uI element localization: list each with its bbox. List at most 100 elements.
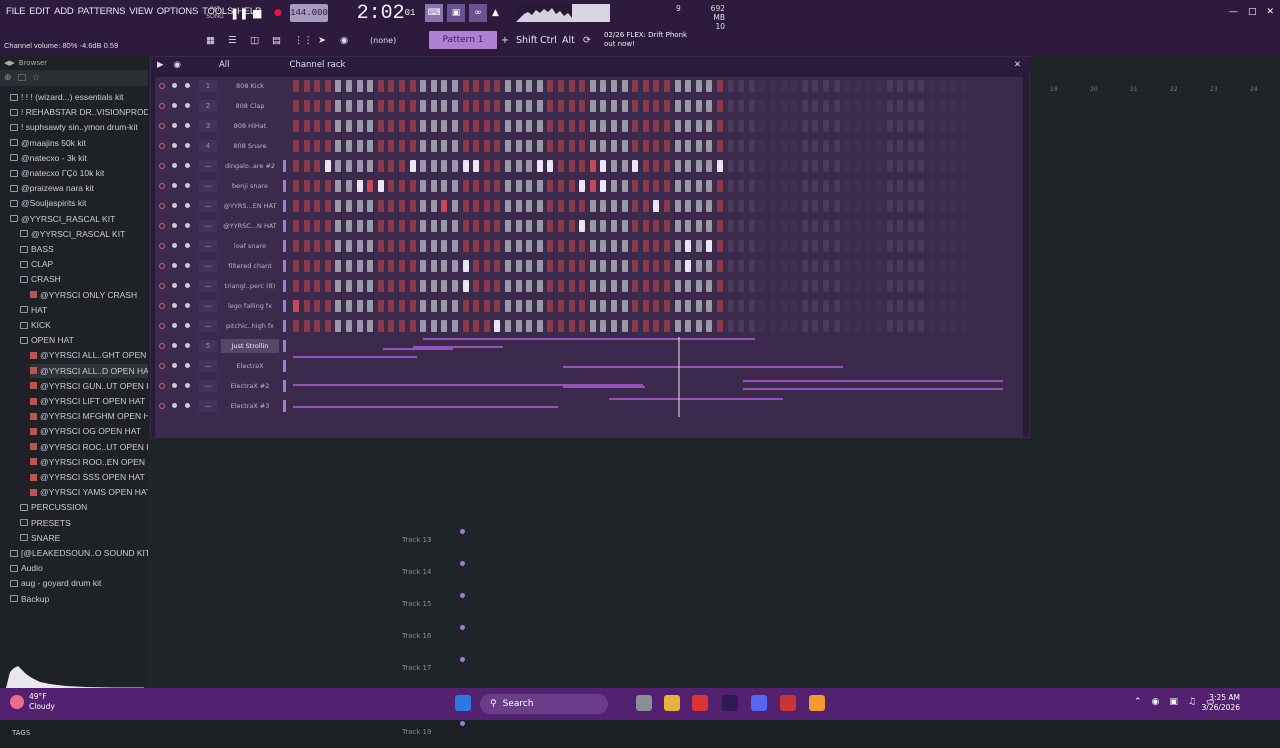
step-button[interactable] bbox=[526, 300, 533, 312]
step-button[interactable] bbox=[483, 80, 490, 92]
step-button[interactable] bbox=[886, 140, 893, 152]
channel-select-bar[interactable] bbox=[283, 400, 286, 412]
step-button[interactable] bbox=[770, 160, 776, 172]
step-button[interactable] bbox=[303, 220, 310, 232]
step-button[interactable] bbox=[367, 100, 374, 112]
step-button[interactable] bbox=[515, 280, 522, 292]
step-button[interactable] bbox=[367, 320, 374, 332]
step-button[interactable] bbox=[854, 220, 861, 232]
step-button[interactable] bbox=[558, 240, 564, 252]
step-button[interactable] bbox=[854, 240, 861, 252]
step-button[interactable] bbox=[314, 100, 321, 112]
step-button[interactable] bbox=[897, 80, 904, 92]
step-button[interactable] bbox=[632, 200, 639, 212]
step-button[interactable] bbox=[430, 280, 437, 292]
channel-mixer-track[interactable]: — bbox=[199, 260, 217, 272]
step-button[interactable] bbox=[589, 260, 596, 272]
browser-item[interactable]: KICK bbox=[20, 318, 51, 332]
browser-file-icon[interactable]: □ bbox=[18, 73, 27, 83]
playlist-track[interactable]: Track 15 bbox=[402, 588, 474, 620]
step-button[interactable] bbox=[632, 260, 639, 272]
step-button[interactable] bbox=[939, 260, 946, 272]
step-button[interactable] bbox=[664, 260, 670, 272]
step-button[interactable] bbox=[801, 100, 808, 112]
step-button[interactable] bbox=[907, 140, 914, 152]
step-button[interactable] bbox=[695, 280, 702, 292]
step-button[interactable] bbox=[674, 100, 681, 112]
browser-item[interactable]: Audio bbox=[10, 561, 43, 575]
step-button[interactable] bbox=[801, 220, 808, 232]
step-button[interactable] bbox=[918, 180, 925, 192]
channel-volume-knob[interactable] bbox=[185, 383, 190, 388]
step-button[interactable] bbox=[886, 320, 893, 332]
step-button[interactable] bbox=[589, 180, 596, 192]
step-button[interactable] bbox=[950, 120, 957, 132]
browser-item[interactable]: @YYRSCI ROO..EN OPEN HAT bbox=[30, 455, 164, 469]
step-button[interactable] bbox=[462, 240, 469, 252]
step-button[interactable] bbox=[780, 320, 787, 332]
channel-name-button[interactable]: 808 HiHat bbox=[221, 119, 279, 133]
step-button[interactable] bbox=[907, 200, 914, 212]
step-button[interactable] bbox=[600, 220, 607, 232]
step-button[interactable] bbox=[642, 300, 649, 312]
step-button[interactable] bbox=[346, 120, 352, 132]
step-button[interactable] bbox=[791, 100, 798, 112]
step-button[interactable] bbox=[293, 160, 299, 172]
step-button[interactable] bbox=[303, 260, 310, 272]
step-button[interactable] bbox=[377, 160, 384, 172]
step-button[interactable] bbox=[801, 320, 808, 332]
step-button[interactable] bbox=[356, 120, 363, 132]
step-button[interactable] bbox=[907, 120, 914, 132]
step-button[interactable] bbox=[621, 200, 628, 212]
step-button[interactable] bbox=[600, 260, 607, 272]
step-button[interactable] bbox=[695, 100, 702, 112]
step-button[interactable] bbox=[664, 120, 670, 132]
step-button[interactable] bbox=[505, 120, 511, 132]
step-button[interactable] bbox=[876, 220, 882, 232]
step-button[interactable] bbox=[865, 300, 872, 312]
step-button[interactable] bbox=[483, 240, 490, 252]
step-button[interactable] bbox=[865, 100, 872, 112]
step-button[interactable] bbox=[621, 180, 628, 192]
step-button[interactable] bbox=[430, 160, 437, 172]
browser-star-icon[interactable]: ☆ bbox=[32, 73, 40, 83]
step-button[interactable] bbox=[346, 140, 352, 152]
step-button[interactable] bbox=[621, 220, 628, 232]
snap-icon[interactable]: ▦ bbox=[206, 31, 215, 49]
step-button[interactable] bbox=[441, 300, 448, 312]
channel-select-bar[interactable] bbox=[283, 320, 286, 332]
menu-view[interactable]: VIEW bbox=[127, 6, 154, 17]
channel-mixer-track[interactable]: — bbox=[199, 320, 217, 332]
step-button[interactable] bbox=[452, 260, 458, 272]
step-button[interactable] bbox=[865, 320, 872, 332]
step-button[interactable] bbox=[960, 220, 967, 232]
step-button[interactable] bbox=[833, 120, 840, 132]
step-button[interactable] bbox=[536, 100, 543, 112]
step-button[interactable] bbox=[547, 80, 554, 92]
step-button[interactable] bbox=[865, 220, 872, 232]
step-button[interactable] bbox=[759, 80, 766, 92]
step-button[interactable] bbox=[346, 320, 352, 332]
step-button[interactable] bbox=[897, 220, 904, 232]
step-button[interactable] bbox=[430, 180, 437, 192]
step-button[interactable] bbox=[611, 180, 617, 192]
step-button[interactable] bbox=[801, 140, 808, 152]
step-button[interactable] bbox=[494, 180, 501, 192]
step-button[interactable] bbox=[441, 140, 448, 152]
step-button[interactable] bbox=[589, 160, 596, 172]
step-button[interactable] bbox=[441, 100, 448, 112]
step-button[interactable] bbox=[748, 260, 755, 272]
channel-mute-toggle[interactable] bbox=[159, 363, 165, 369]
step-button[interactable] bbox=[526, 200, 533, 212]
step-button[interactable] bbox=[600, 240, 607, 252]
step-button[interactable] bbox=[865, 80, 872, 92]
step-button[interactable] bbox=[367, 160, 374, 172]
step-button[interactable] bbox=[770, 100, 776, 112]
step-button[interactable] bbox=[335, 240, 342, 252]
step-button[interactable] bbox=[844, 280, 851, 292]
step-button[interactable] bbox=[674, 260, 681, 272]
step-button[interactable] bbox=[706, 80, 713, 92]
step-button[interactable] bbox=[727, 100, 734, 112]
step-button[interactable] bbox=[568, 200, 575, 212]
playlist-track[interactable]: Track 17 bbox=[402, 652, 474, 684]
